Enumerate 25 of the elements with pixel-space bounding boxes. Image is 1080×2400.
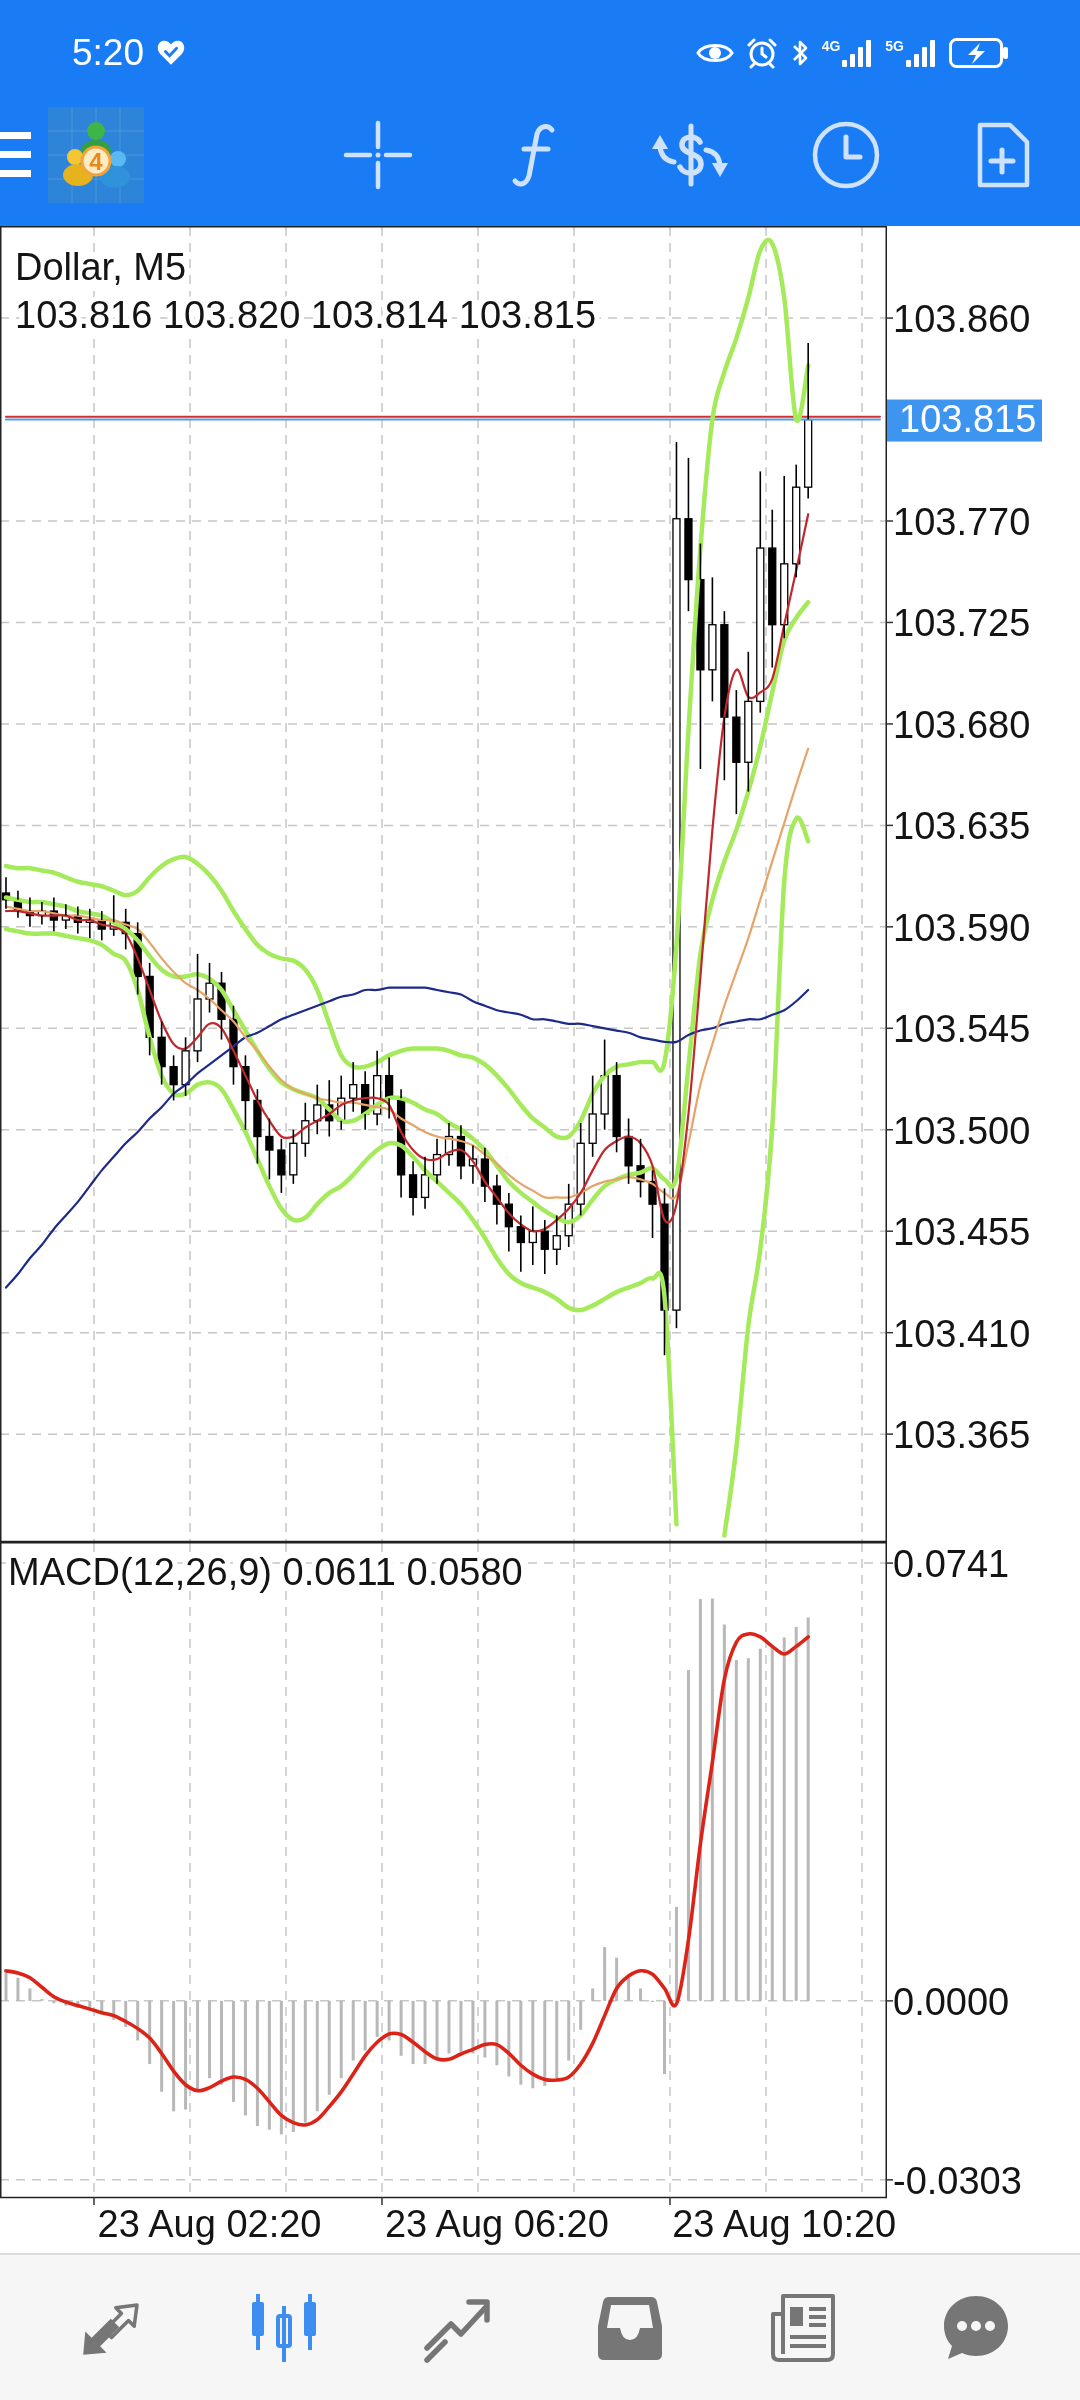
indicator-axis-label: 0.0000 xyxy=(893,1980,1010,2023)
ohlc-values: 103.816 103.820 103.814 103.815 xyxy=(15,294,597,336)
price-axis-label: 103.455 xyxy=(893,1211,1031,1254)
price-axis-label: 103.635 xyxy=(893,805,1031,848)
indicator-axis-label: 0.0741 xyxy=(893,1543,1010,1586)
network-type-label: 5G xyxy=(885,38,904,53)
status-time: 5:20 xyxy=(72,34,144,71)
price-axis-label: 103.500 xyxy=(893,1109,1031,1152)
time-axis-label: 23 Aug 10:20 xyxy=(672,2203,897,2245)
price-axis-label: 103.680 xyxy=(893,703,1031,746)
price-axis-label: 103.770 xyxy=(893,501,1031,543)
current-price-tag: 103.815 xyxy=(887,397,1042,442)
price-axis-label: 103.725 xyxy=(893,602,1031,645)
price-axis-label: 103.545 xyxy=(893,1008,1031,1051)
time-axis-label: 23 Aug 06:20 xyxy=(384,2203,609,2245)
network-type-label: 4G xyxy=(821,38,841,53)
time-axis-label: 23 Aug 02:20 xyxy=(97,2203,322,2245)
price-axis-label: 103.860 xyxy=(893,298,1031,341)
price-axis-label: 103.410 xyxy=(893,1312,1031,1355)
indicator-title: MACD(12,26,9) 0.0611 0.0580 xyxy=(8,1551,523,1593)
price-axis-label: 103.590 xyxy=(893,906,1031,949)
app-logo: 4 xyxy=(48,107,144,203)
indicator-axis-label: -0.0303 xyxy=(893,2159,1022,2202)
symbol-title: Dollar, M5 xyxy=(15,246,187,288)
price-axis-label: 103.365 xyxy=(893,1414,1031,1457)
